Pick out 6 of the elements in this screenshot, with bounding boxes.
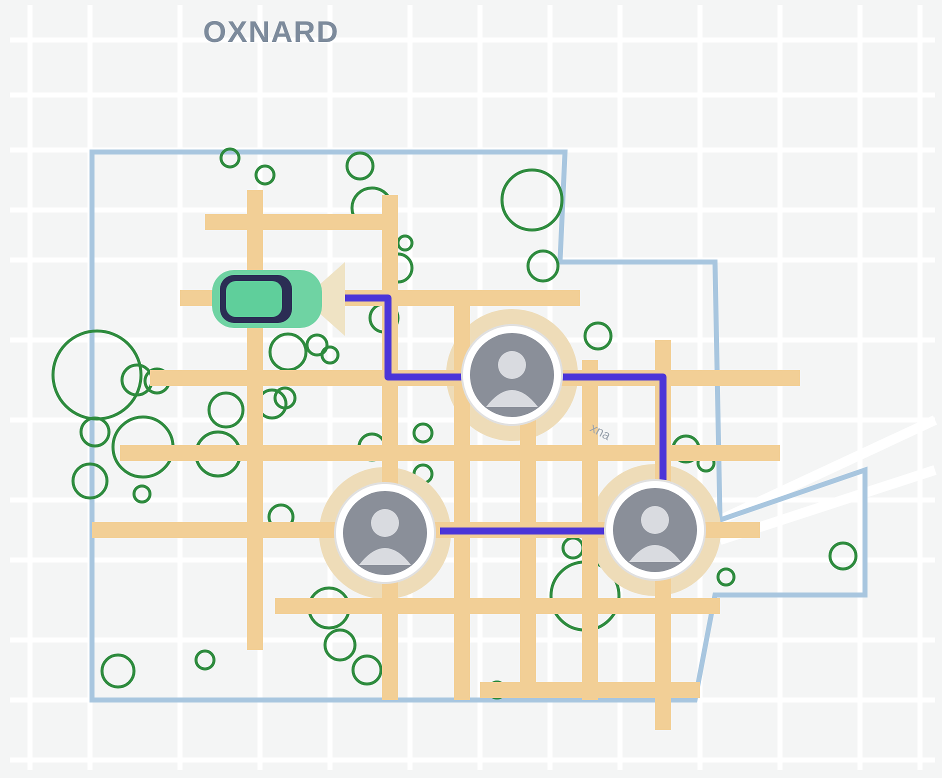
avatar-icon xyxy=(461,324,563,426)
avatar-icon xyxy=(604,479,706,581)
city-label: OXNARD xyxy=(203,16,340,50)
vehicle-icon xyxy=(212,262,345,336)
avatar-icon xyxy=(334,482,436,584)
street-label: xna xyxy=(588,420,614,444)
